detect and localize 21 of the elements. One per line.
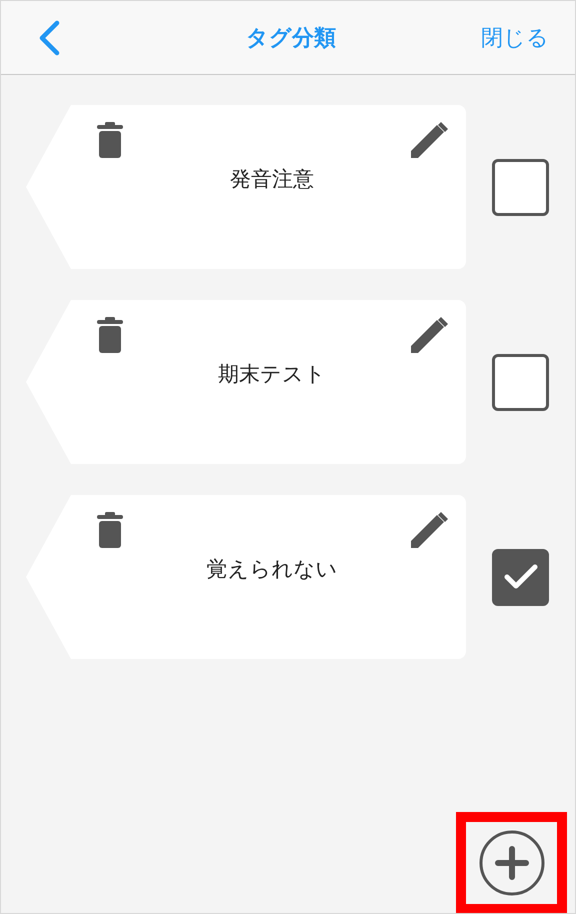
back-chevron-icon xyxy=(37,18,61,56)
tag-name: 発音注意 xyxy=(229,166,314,193)
screen-title: タグ分類 xyxy=(246,24,336,52)
checkbox[interactable] xyxy=(492,158,549,216)
pencil-icon[interactable] xyxy=(410,121,448,159)
trash-icon[interactable] xyxy=(96,316,124,354)
trash-icon[interactable] xyxy=(96,121,124,159)
pencil-icon[interactable] xyxy=(410,316,448,354)
checkbox[interactable] xyxy=(492,548,549,606)
checkmark-icon xyxy=(502,563,538,591)
tag-name: 覚えられない xyxy=(206,556,338,583)
trash-icon[interactable] xyxy=(96,511,124,549)
add-button[interactable] xyxy=(478,830,544,896)
pencil-icon[interactable] xyxy=(410,511,448,549)
checkbox[interactable] xyxy=(492,354,549,410)
tag-card[interactable]: 覚えられない xyxy=(26,495,466,659)
back-button[interactable] xyxy=(37,18,61,56)
tag-card[interactable]: 発音注意 xyxy=(26,105,466,269)
tag-card[interactable]: 期末テスト xyxy=(26,300,466,464)
tag-name: 期末テスト xyxy=(217,361,326,388)
plus-icon xyxy=(478,830,544,896)
